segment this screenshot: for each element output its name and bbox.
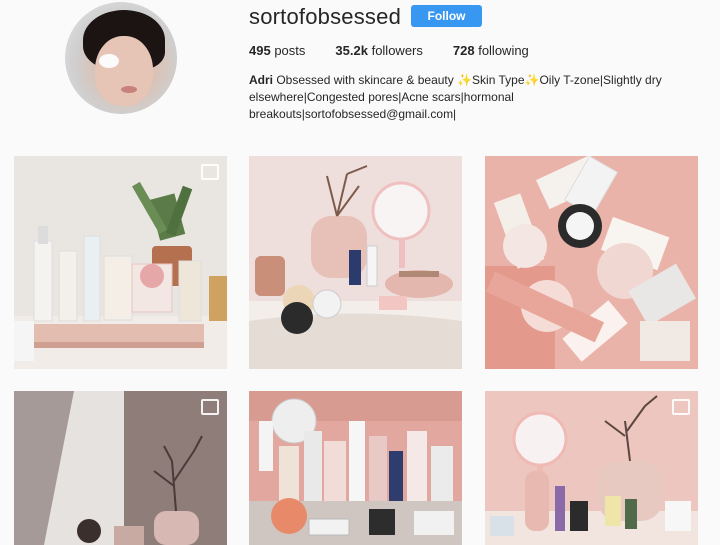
post-image-vanity-candles bbox=[249, 156, 462, 369]
followers-stat[interactable]: 35.2k followers bbox=[335, 43, 422, 58]
avatar-lips bbox=[121, 86, 137, 93]
followers-count: 35.2k bbox=[335, 43, 368, 58]
posts-count: 495 bbox=[249, 43, 271, 58]
followers-label: followers bbox=[371, 43, 423, 58]
profile-stats: 495 posts 35.2k followers 728 following bbox=[249, 43, 559, 58]
post-tile-5[interactable] bbox=[249, 391, 462, 545]
follow-button[interactable]: Follow bbox=[411, 5, 482, 27]
posts-stat: 495 posts bbox=[249, 43, 305, 58]
posts-label: posts bbox=[274, 43, 306, 58]
avatar-face bbox=[95, 36, 153, 106]
post-tile-3[interactable] bbox=[485, 156, 698, 369]
profile-bio: Adri Obsessed with skincare & beauty ✨Sk… bbox=[249, 72, 689, 123]
following-stat[interactable]: 728 following bbox=[453, 43, 529, 58]
post-tile-4[interactable] bbox=[14, 391, 227, 545]
multiple-photos-icon bbox=[201, 399, 219, 415]
avatar-eye-patch bbox=[99, 54, 119, 68]
multiple-photos-icon bbox=[201, 164, 219, 180]
post-image-pink-vanity bbox=[485, 391, 698, 545]
multiple-photos-icon bbox=[672, 399, 690, 415]
bio-name: Adri bbox=[249, 73, 273, 87]
post-image-skincare-shelf bbox=[14, 156, 227, 369]
post-tile-6[interactable] bbox=[485, 391, 698, 545]
post-image-shadow-branch bbox=[14, 391, 227, 545]
bio-text: Obsessed with skincare & beauty ✨Skin Ty… bbox=[249, 73, 662, 121]
profile-username: sortofobsessed bbox=[249, 4, 401, 29]
profile-avatar[interactable] bbox=[65, 2, 177, 114]
post-tile-2[interactable] bbox=[249, 156, 462, 369]
post-tile-1[interactable] bbox=[14, 156, 227, 369]
post-image-crowded-shelf bbox=[249, 391, 462, 545]
following-label: following bbox=[478, 43, 529, 58]
following-count: 728 bbox=[452, 43, 475, 58]
post-image-pink-flatlay bbox=[485, 156, 698, 369]
